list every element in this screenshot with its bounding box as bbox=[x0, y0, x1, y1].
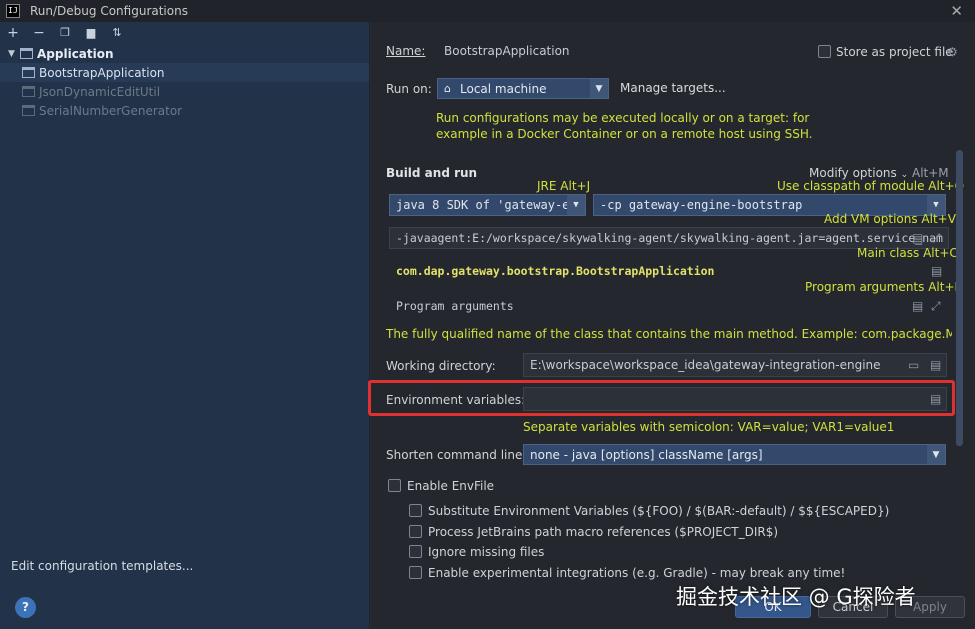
vm-options-hint: Add VM options Alt+V bbox=[824, 212, 956, 226]
tree-item-bootstrapapplication[interactable]: BootstrapApplication bbox=[0, 63, 369, 82]
home-icon: ⌂ bbox=[444, 82, 451, 95]
application-config-icon bbox=[22, 67, 35, 78]
document-icon[interactable]: ▤ bbox=[912, 300, 923, 312]
substitute-env-vars-checkbox[interactable] bbox=[409, 504, 422, 517]
browse-class-icon[interactable]: ▤ bbox=[931, 265, 942, 277]
process-path-macro-label: Process JetBrains path macro references … bbox=[428, 525, 779, 539]
tree-item-serialnumbergenerator[interactable]: SerialNumberGenerator bbox=[0, 101, 369, 120]
close-icon[interactable]: ✕ bbox=[950, 2, 963, 20]
modify-options-shortcut: Alt+M bbox=[912, 166, 949, 180]
configurations-tree-panel: + − ❐ ▆ ⇅ ▼ Application BootstrapApplica… bbox=[0, 22, 370, 629]
program-arguments-hint: Program arguments Alt+R bbox=[805, 280, 963, 294]
classpath-hint: Use classpath of module Alt+O bbox=[777, 179, 965, 193]
highlight-box bbox=[368, 380, 955, 416]
folder-icon[interactable]: ▭ bbox=[908, 359, 919, 371]
experimental-integrations-checkbox[interactable] bbox=[409, 566, 422, 579]
copy-icon[interactable]: ❐ bbox=[58, 26, 72, 40]
watermark-text: 掘金技术社区 @ G探险者 bbox=[676, 585, 916, 609]
experimental-integrations-label: Enable experimental integrations (e.g. G… bbox=[428, 566, 846, 580]
process-path-macro-checkbox[interactable] bbox=[409, 525, 422, 538]
ignore-missing-files-label: Ignore missing files bbox=[428, 545, 545, 559]
run-on-label: Run on: bbox=[386, 82, 432, 96]
help-button[interactable]: ? bbox=[15, 597, 36, 618]
enable-envfile-label: Enable EnvFile bbox=[407, 479, 495, 493]
shorten-command-line-value: none - java [options] className [args] bbox=[530, 447, 763, 462]
store-as-project-file-label: Store as project file bbox=[836, 45, 953, 59]
environment-variables-hint: Separate variables with semicolon: VAR=v… bbox=[523, 420, 895, 434]
run-on-select[interactable]: ⌂ Local machine ▼ bbox=[437, 78, 609, 99]
sort-icon[interactable]: ⇅ bbox=[110, 26, 124, 40]
build-and-run-heading: Build and run bbox=[386, 166, 478, 180]
edit-configuration-templates-link[interactable]: Edit configuration templates... bbox=[11, 559, 193, 573]
store-as-project-file-checkbox[interactable] bbox=[818, 45, 831, 58]
window-title: Run/Debug Configurations bbox=[30, 4, 188, 18]
chevron-down-icon: ▼ bbox=[927, 445, 945, 464]
document-icon[interactable]: ▤ bbox=[930, 359, 941, 371]
chevron-down-icon: ▼ bbox=[590, 79, 608, 98]
application-config-icon bbox=[20, 48, 33, 59]
modify-options-link[interactable]: Modify options ⌄ bbox=[809, 166, 908, 180]
program-arguments-field[interactable]: Program arguments bbox=[389, 295, 949, 317]
application-config-icon bbox=[22, 86, 35, 97]
main-class-hint: Main class Alt+C bbox=[857, 246, 958, 260]
tree-folder-application[interactable]: ▼ Application bbox=[0, 44, 369, 63]
shorten-command-line-label: Shorten command line: bbox=[386, 448, 527, 462]
document-icon[interactable]: ▤ bbox=[912, 232, 923, 244]
main-class-help-text: The fully qualified name of the class th… bbox=[386, 327, 952, 341]
minus-icon[interactable]: − bbox=[32, 26, 46, 40]
ignore-missing-files-checkbox[interactable] bbox=[409, 545, 422, 558]
chevron-down-icon[interactable]: ▼ bbox=[8, 49, 20, 59]
name-label: Name: bbox=[386, 44, 426, 58]
enable-envfile-checkbox[interactable] bbox=[388, 479, 401, 492]
plus-icon[interactable]: + bbox=[6, 26, 20, 40]
tree-item-label: BootstrapApplication bbox=[39, 65, 165, 80]
manage-targets-link[interactable]: Manage targets... bbox=[620, 81, 726, 95]
working-directory-label: Working directory: bbox=[386, 359, 496, 373]
shorten-command-line-select[interactable]: none - java [options] className [args] ▼ bbox=[523, 444, 946, 465]
application-config-icon bbox=[22, 105, 35, 116]
classpath-value: -cp gateway-engine-bootstrap bbox=[600, 198, 803, 212]
title-bar: IJ Run/Debug Configurations ✕ bbox=[0, 0, 975, 22]
form-scrollbar[interactable] bbox=[956, 150, 963, 446]
gear-icon[interactable]: ⚙ bbox=[947, 46, 958, 58]
folder-add-icon[interactable]: ▆ bbox=[84, 26, 98, 40]
tree-folder-label: Application bbox=[37, 46, 114, 61]
name-field[interactable]: BootstrapApplication bbox=[437, 38, 799, 64]
intellij-app-icon: IJ bbox=[6, 4, 20, 18]
run-on-value: Local machine bbox=[460, 81, 547, 96]
tree-item-label: JsonDynamicEditUtil bbox=[39, 84, 161, 99]
tree-toolbar: + − ❐ ▆ ⇅ bbox=[0, 22, 369, 44]
main-class-field[interactable]: com.dap.gateway.bootstrap.BootstrapAppli… bbox=[389, 260, 949, 282]
working-directory-field[interactable]: E:\workspace\workspace_idea\gateway-inte… bbox=[523, 353, 947, 377]
chevron-down-icon: ▼ bbox=[567, 195, 585, 215]
expand-icon[interactable]: ⤢ bbox=[931, 232, 941, 244]
tree-item-label: SerialNumberGenerator bbox=[39, 103, 183, 118]
tree-item-jsondynamicedituti[interactable]: JsonDynamicEditUtil bbox=[0, 82, 369, 101]
substitute-env-vars-label: Substitute Environment Variables (${FOO)… bbox=[428, 504, 890, 518]
jre-select[interactable]: java 8 SDK of 'gateway-eng ▼ bbox=[389, 194, 586, 216]
run-on-hint-line2: example in a Docker Container or on a re… bbox=[436, 127, 813, 141]
jre-hint: JRE Alt+J bbox=[537, 179, 591, 193]
expand-icon[interactable]: ⤢ bbox=[931, 300, 941, 312]
jre-value: java 8 SDK of 'gateway-eng bbox=[396, 198, 584, 212]
run-on-hint-line1: Run configurations may be executed local… bbox=[436, 111, 810, 125]
